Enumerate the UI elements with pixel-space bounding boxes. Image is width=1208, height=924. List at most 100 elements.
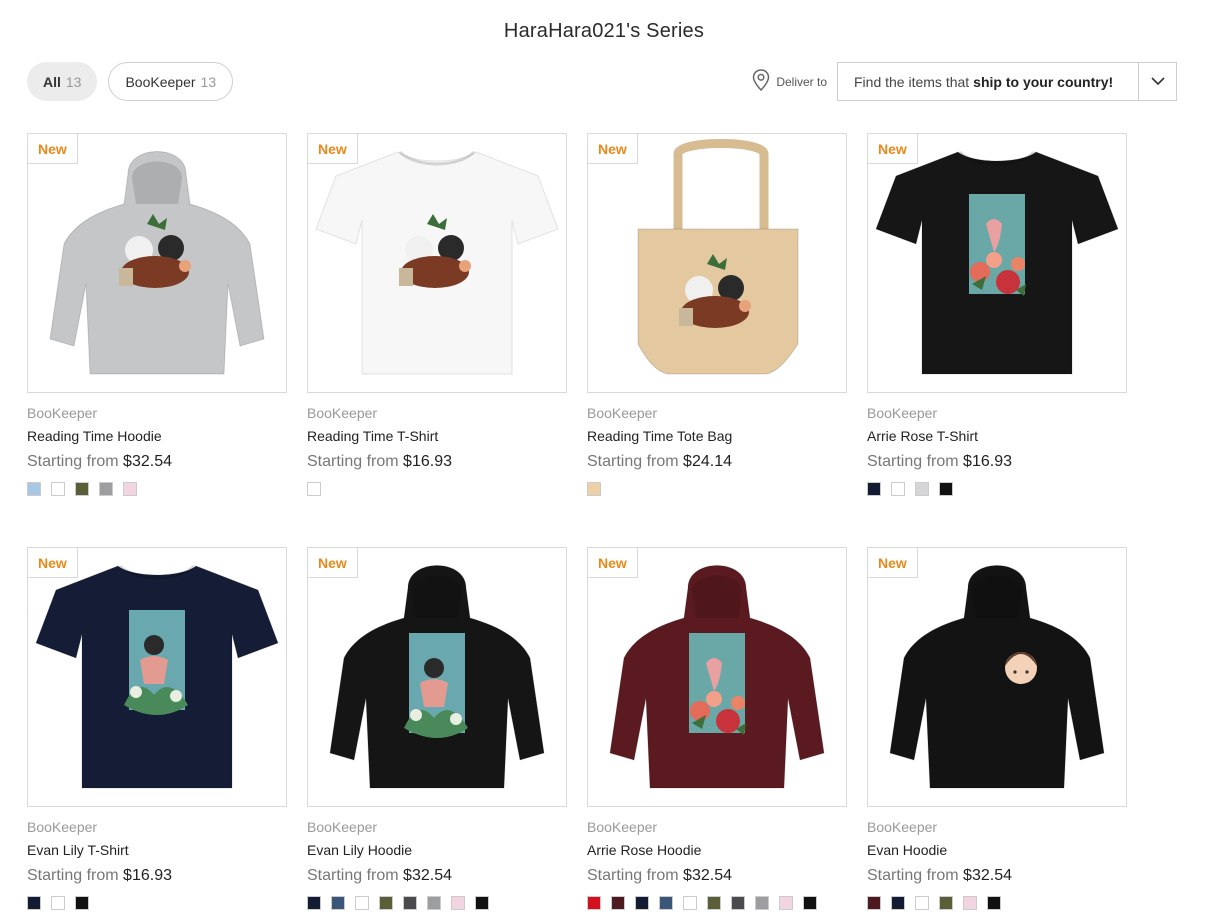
price-prefix: Starting from (307, 453, 399, 470)
product-card[interactable]: New BooKeeper Arrie Rose Hoodie Starting f… (587, 547, 847, 924)
product-series-link[interactable]: BooKeeper (587, 819, 847, 835)
price-amount: $32.54 (123, 453, 172, 470)
new-badge: New (308, 134, 358, 164)
product-thumbnail[interactable]: New (27, 547, 287, 807)
color-swatch[interactable] (427, 896, 441, 910)
color-swatch[interactable] (867, 896, 881, 910)
series-filter-bar: All 13 BooKeeper 13 (27, 62, 234, 101)
color-swatch[interactable] (635, 896, 649, 910)
color-swatch[interactable] (611, 896, 625, 910)
product-image (889, 565, 1105, 789)
product-series-link[interactable]: BooKeeper (307, 819, 567, 835)
color-swatch[interactable] (587, 896, 601, 910)
new-badge: New (308, 548, 358, 578)
new-badge: New (28, 548, 78, 578)
new-badge: New (28, 134, 78, 164)
product-card[interactable]: New BooKeeper Reading Time Hoodie Starting… (27, 133, 287, 547)
color-swatch[interactable] (27, 482, 41, 496)
color-swatch[interactable] (939, 482, 953, 496)
product-card[interactable]: New BooKeeper Arrie Rose T-Shirt Starting … (867, 133, 1127, 547)
price-amount: $32.54 (683, 867, 732, 884)
filter-chip-all[interactable]: All 13 (27, 62, 98, 101)
new-badge: New (588, 548, 638, 578)
color-swatch[interactable] (891, 896, 905, 910)
color-swatch[interactable] (331, 896, 345, 910)
product-thumbnail[interactable]: New (307, 547, 567, 807)
product-image (875, 150, 1119, 375)
product-series-link[interactable]: BooKeeper (867, 819, 1127, 835)
color-swatch[interactable] (123, 482, 137, 496)
product-card[interactable]: New BooKeeper Evan Lily Hoodie Starting fr… (307, 547, 567, 924)
color-swatch[interactable] (963, 896, 977, 910)
color-swatch[interactable] (707, 896, 721, 910)
product-price: Starting from $16.93 (27, 867, 287, 885)
color-swatch[interactable] (475, 896, 489, 910)
color-swatch[interactable] (51, 482, 65, 496)
price-prefix: Starting from (867, 867, 959, 884)
filter-chip-count: 13 (200, 73, 217, 90)
color-swatch[interactable] (915, 482, 929, 496)
color-swatch[interactable] (659, 896, 673, 910)
filter-chip-bookeeper[interactable]: BooKeeper 13 (108, 62, 234, 101)
product-series-link[interactable]: BooKeeper (867, 405, 1127, 421)
color-swatch[interactable] (379, 896, 393, 910)
color-swatch[interactable] (27, 896, 41, 910)
product-name[interactable]: Evan Hoodie (867, 842, 1127, 858)
color-swatch[interactable] (75, 896, 89, 910)
color-swatch[interactable] (683, 896, 697, 910)
color-swatches (867, 896, 1127, 910)
price-amount: $32.54 (963, 867, 1012, 884)
color-swatch[interactable] (403, 896, 417, 910)
product-thumbnail[interactable]: New (587, 547, 847, 807)
color-swatch[interactable] (731, 896, 745, 910)
product-price: Starting from $24.14 (587, 453, 847, 471)
color-swatch[interactable] (867, 482, 881, 496)
color-swatch[interactable] (99, 482, 113, 496)
product-card[interactable]: New BooKeeper Evan Lily T-Shirt Starting f… (27, 547, 287, 924)
color-swatch[interactable] (891, 482, 905, 496)
price-amount: $16.93 (123, 867, 172, 884)
product-name[interactable]: Evan Lily Hoodie (307, 842, 567, 858)
product-name[interactable]: Reading Time T-Shirt (307, 428, 567, 444)
color-swatch[interactable] (75, 482, 89, 496)
product-thumbnail[interactable]: New (867, 547, 1127, 807)
product-thumbnail[interactable]: New (27, 133, 287, 393)
product-series-link[interactable]: BooKeeper (27, 405, 287, 421)
country-select[interactable]: Find the items that ship to your country… (837, 62, 1177, 101)
product-card[interactable]: New BooKeeper Evan Hoodie Starting from $3… (867, 547, 1127, 924)
product-price: Starting from $32.54 (867, 867, 1127, 885)
product-series-link[interactable]: BooKeeper (27, 819, 287, 835)
product-series-link[interactable]: BooKeeper (587, 405, 847, 421)
product-name[interactable]: Evan Lily T-Shirt (27, 842, 287, 858)
country-select-toggle[interactable] (1138, 63, 1176, 100)
color-swatch[interactable] (451, 896, 465, 910)
product-card[interactable]: New BooKeeper Reading Time T-Shirt Startin… (307, 133, 567, 547)
color-swatch[interactable] (939, 896, 953, 910)
color-swatch[interactable] (307, 896, 321, 910)
deliver-to-label: Deliver to (776, 74, 827, 89)
color-swatch[interactable] (803, 896, 817, 910)
color-swatch[interactable] (915, 896, 929, 910)
product-name[interactable]: Arrie Rose T-Shirt (867, 428, 1127, 444)
color-swatch[interactable] (307, 482, 321, 496)
product-name[interactable]: Reading Time Hoodie (27, 428, 287, 444)
product-price: Starting from $16.93 (867, 453, 1127, 471)
color-swatch[interactable] (755, 896, 769, 910)
product-price: Starting from $32.54 (307, 867, 567, 885)
product-name[interactable]: Arrie Rose Hoodie (587, 842, 847, 858)
product-grid: New BooKeeper Reading Time Hoodie Starting… (27, 133, 1127, 924)
product-series-link[interactable]: BooKeeper (307, 405, 567, 421)
product-thumbnail[interactable]: New (307, 133, 567, 393)
color-swatch[interactable] (355, 896, 369, 910)
color-swatch[interactable] (587, 482, 601, 496)
filter-chip-count: 13 (65, 73, 82, 90)
product-thumbnail[interactable]: New (867, 133, 1127, 393)
color-swatch[interactable] (987, 896, 1001, 910)
product-thumbnail[interactable]: New (587, 133, 847, 393)
price-prefix: Starting from (27, 453, 119, 470)
color-swatch[interactable] (51, 896, 65, 910)
product-name[interactable]: Reading Time Tote Bag (587, 428, 847, 444)
product-card[interactable]: New BooKeeper Reading Time Tote Bag Starti… (587, 133, 847, 547)
color-swatch[interactable] (779, 896, 793, 910)
price-amount: $16.93 (963, 453, 1012, 470)
